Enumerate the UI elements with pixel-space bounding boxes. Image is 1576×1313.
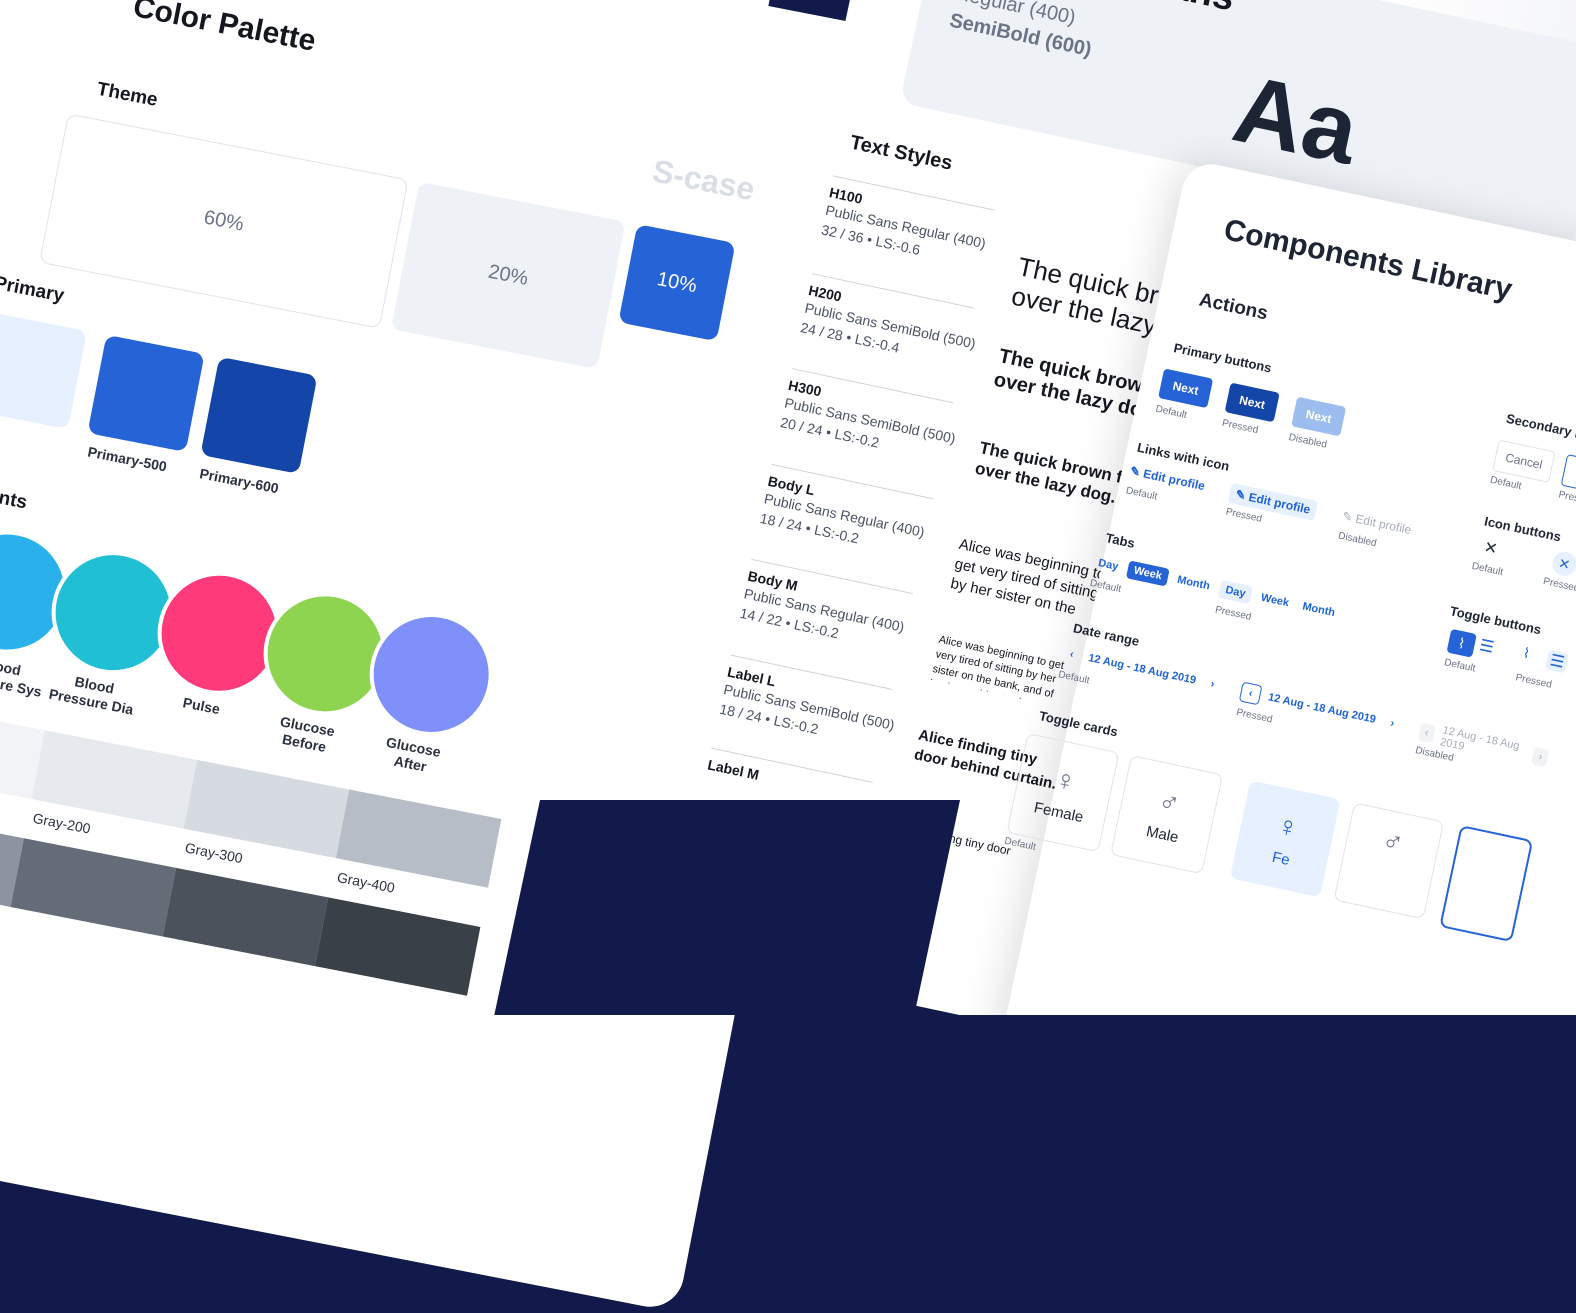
female-icon: ♀ bbox=[1274, 808, 1302, 844]
chart-toggle-icon[interactable]: ⌇ bbox=[1446, 628, 1477, 658]
chevron-right-icon[interactable]: › bbox=[1382, 713, 1403, 734]
chevron-left-icon[interactable]: ‹ bbox=[1417, 722, 1436, 744]
chevron-right-icon[interactable]: › bbox=[1202, 674, 1223, 695]
components-card: Components Library Actions Primary butto… bbox=[0, 0, 1576, 1015]
male-icon: ♂ bbox=[1379, 824, 1407, 860]
female-label: Fe bbox=[1270, 848, 1292, 869]
male-icon: ♂ bbox=[1155, 784, 1183, 820]
chevron-left-icon[interactable]: ‹ bbox=[1238, 681, 1263, 706]
male-label: Male bbox=[1144, 822, 1181, 846]
female-label: Female bbox=[1032, 798, 1085, 826]
chevron-left-icon[interactable]: ‹ bbox=[1061, 644, 1082, 665]
female-icon: ♀ bbox=[1052, 762, 1080, 798]
